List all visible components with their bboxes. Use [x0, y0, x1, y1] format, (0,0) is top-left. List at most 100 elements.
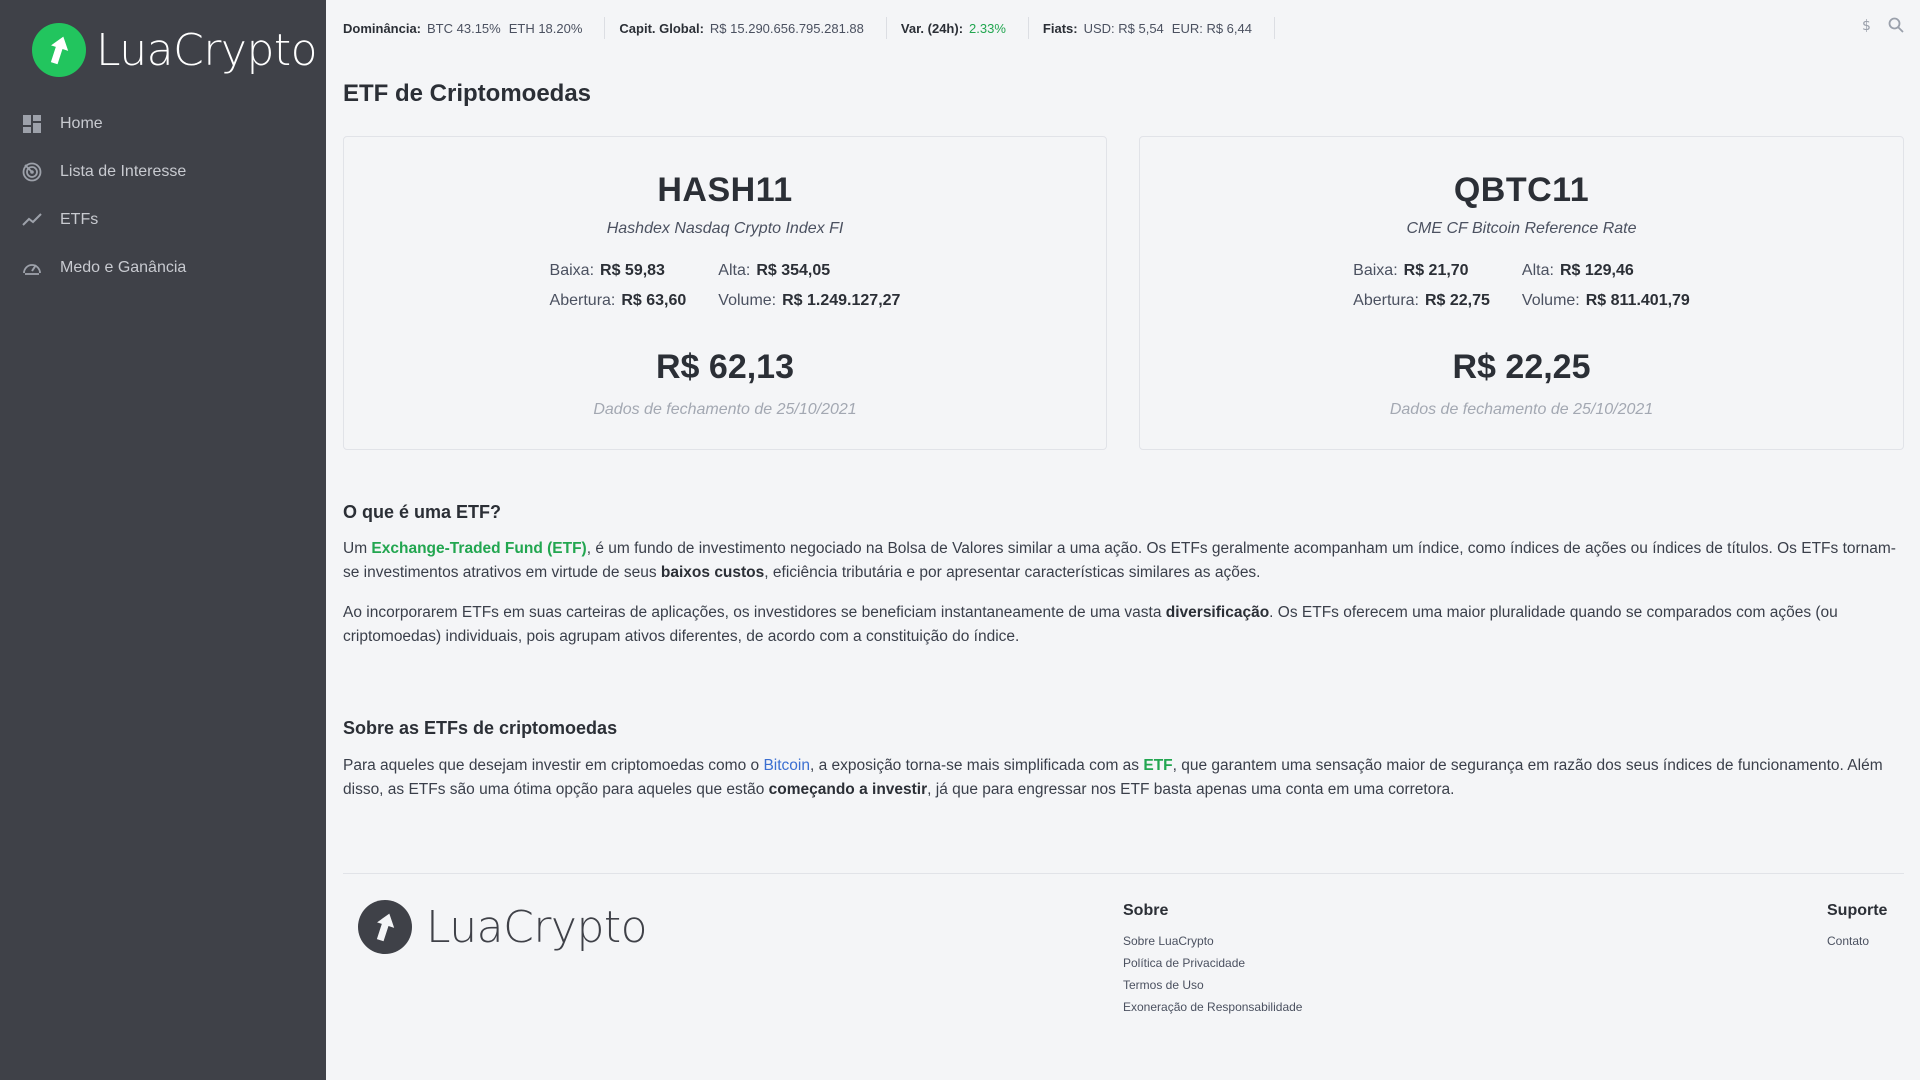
footer-sobre-title: Sobre: [1123, 902, 1169, 919]
stat-open: Abertura: R$ 63,60: [550, 292, 687, 310]
brand-name: LuaCrypto: [96, 24, 318, 76]
stat-volume: Volume: R$ 1.249.127,27: [718, 292, 900, 310]
stat-label: Alta:: [1521, 262, 1554, 279]
footer-sobre-column: Sobre Sobre LuaCrypto Política de Privac…: [1123, 902, 1302, 1022]
stat-label: Alta:: [718, 262, 751, 279]
fiats-eur: EUR: R$ 6,44: [1171, 20, 1252, 36]
stat-value: R$ 21,70: [1403, 262, 1469, 279]
dollar-icon[interactable]: $: [1858, 17, 1874, 38]
footer-link-politica-privacidade[interactable]: Política de Privacidade: [1123, 956, 1302, 970]
fiats-stat: Fiats: USD: R$ 5,54 EUR: R$ 6,44: [1043, 17, 1275, 39]
stat-value: R$ 63,60: [621, 292, 687, 309]
footer: LuaCrypto Sobre Sobre LuaCrypto Política…: [343, 873, 1904, 1080]
etf-stats: Baixa: R$ 59,83 Alta: R$ 354,05 Abertura: R…: [344, 262, 1106, 310]
trend-line-icon: [22, 210, 42, 230]
footer-suporte-title: Suporte: [1827, 902, 1888, 919]
footer-brand-name: LuaCrypto: [426, 901, 648, 953]
sidebar-item-medo-e-ganancia[interactable]: Medo e Ganância: [0, 244, 326, 292]
sidebar-nav: Home Lista de Interesse ETFs Medo e Ganâ…: [0, 100, 326, 292]
text-segment: Ao incorporarem ETFs em suas carteiras d…: [343, 604, 1166, 621]
footer-link-sobre-luacrypto[interactable]: Sobre LuaCrypto: [1123, 934, 1302, 948]
text-segment: Para aqueles que desejam investir em cri…: [343, 757, 764, 774]
stat-low: Baixa: R$ 21,70: [1353, 262, 1490, 280]
etf-price: R$ 62,13: [656, 348, 794, 386]
luacrypto-logo-icon: [358, 900, 412, 954]
etf-card-hash11[interactable]: HASH11 Hashdex Nasdaq Crypto Index FI Ba…: [343, 136, 1107, 450]
stat-high: Alta: R$ 129,46: [1522, 262, 1690, 280]
dominance-eth: ETH 18.20%: [508, 20, 583, 36]
stat-value: R$ 129,46: [1559, 262, 1634, 279]
stat-value: R$ 811.401,79: [1585, 292, 1690, 309]
sidebar-item-etfs[interactable]: ETFs: [0, 196, 326, 244]
gauge-icon: [22, 258, 42, 278]
stat-volume: Volume: R$ 811.401,79: [1522, 292, 1690, 310]
what-is-etf-paragraph-2: Ao incorporarem ETFs em suas carteiras d…: [343, 601, 1904, 649]
sidebar-item-label: Lista de Interesse: [60, 163, 187, 180]
stat-label: Volume:: [718, 292, 777, 309]
etf-ticker: HASH11: [657, 171, 793, 209]
stat-value: R$ 22,75: [1424, 292, 1490, 309]
etf-cards: HASH11 Hashdex Nasdaq Crypto Index FI Ba…: [343, 136, 1904, 450]
text-segment: , já que para engressar nos ETF basta ap…: [927, 781, 1455, 798]
fiats-usd: USD: R$ 5,54: [1083, 20, 1164, 36]
dashboard-icon: [22, 114, 42, 134]
sidebar-item-home[interactable]: Home: [0, 100, 326, 148]
stat-label: Baixa:: [1353, 262, 1398, 279]
stat-label: Abertura:: [549, 292, 616, 309]
variation-stat: Var. (24h): 2.33%: [901, 17, 1029, 39]
footer-brand[interactable]: LuaCrypto: [358, 900, 648, 954]
text-segment: Um: [343, 540, 372, 557]
variation-label: Var. (24h):: [900, 20, 964, 36]
footer-link-contato[interactable]: Contato: [1827, 934, 1887, 948]
footer-link-termos-de-uso[interactable]: Termos de Uso: [1123, 978, 1302, 992]
etf-closing-date: Dados de fechamento de 25/10/2021: [1389, 401, 1654, 418]
sidebar-item-label: ETFs: [60, 211, 99, 228]
about-crypto-etfs-paragraph: Para aqueles que desejam investir em cri…: [343, 754, 1904, 802]
dominance-btc: BTC 43.15%: [427, 20, 501, 36]
bold-text: diversificação: [1165, 604, 1270, 621]
etf-definition-link[interactable]: Exchange-Traded Fund (ETF): [371, 540, 586, 557]
etf-ticker: QBTC11: [1453, 171, 1590, 209]
etf-link[interactable]: ETF: [1143, 757, 1172, 774]
stat-label: Baixa:: [549, 262, 595, 279]
page-title: ETF de Criptomoedas: [343, 80, 592, 107]
text-segment: , eficiência tributária e por apresentar…: [764, 564, 1261, 581]
sidebar-item-label: Home: [60, 115, 103, 132]
stat-label: Abertura:: [1353, 292, 1419, 309]
stat-value: R$ 1.249.127,27: [782, 292, 901, 309]
global-cap-label: Capit. Global:: [619, 20, 704, 36]
sidebar: LuaCrypto Home Lista de Interesse ETFs M…: [0, 0, 326, 1080]
dominance-stat: Dominância: BTC 43.15% ETH 18.20%: [343, 17, 606, 39]
bitcoin-link[interactable]: Bitcoin: [763, 757, 810, 774]
what-is-etf-title: O que é uma ETF?: [343, 502, 502, 522]
stat-label: Volume:: [1521, 292, 1580, 309]
topbar-icons: $: [1858, 17, 1904, 38]
main-content: ETF de Criptomoedas HASH11 Hashdex Nasda…: [343, 56, 1904, 802]
etf-card-qbtc11[interactable]: QBTC11 CME CF Bitcoin Reference Rate Bai…: [1139, 136, 1904, 450]
text-segment: , a exposição torna-se mais simplificada…: [809, 757, 1144, 774]
etf-closing-date: Dados de fechamento de 25/10/2021: [593, 401, 857, 418]
svg-text:$: $: [1862, 18, 1871, 33]
search-icon[interactable]: [1888, 17, 1904, 38]
footer-link-exoneracao[interactable]: Exoneração de Responsabilidade: [1123, 1000, 1302, 1014]
etf-price: R$ 22,25: [1452, 348, 1591, 386]
sidebar-item-lista-de-interesse[interactable]: Lista de Interesse: [0, 148, 326, 196]
sidebar-item-label: Medo e Ganância: [60, 259, 187, 276]
dominance-label: Dominância:: [343, 20, 422, 36]
stat-value: R$ 354,05: [756, 262, 831, 279]
variation-value: 2.33%: [969, 20, 1006, 36]
brand[interactable]: LuaCrypto: [0, 0, 326, 100]
fiats-label: Fiats:: [1042, 20, 1078, 36]
stat-value: R$ 59,83: [600, 262, 665, 279]
luacrypto-logo-icon: [32, 23, 86, 77]
radar-icon: [22, 162, 42, 182]
etf-index-name: Hashdex Nasdaq Crypto Index FI: [606, 220, 844, 237]
stat-low: Baixa: R$ 59,83: [550, 262, 687, 280]
stat-high: Alta: R$ 354,05: [718, 262, 900, 280]
global-cap-value: R$ 15.290.656.795.281.88: [709, 20, 864, 36]
market-stats-bar: Dominância: BTC 43.15% ETH 18.20% Capit.…: [326, 0, 1920, 56]
about-crypto-etfs-title: Sobre as ETFs de criptomoedas: [343, 718, 618, 738]
etf-stats: Baixa: R$ 21,70 Alta: R$ 129,46 Abertura: R…: [1140, 262, 1903, 310]
global-cap-stat: Capit. Global: R$ 15.290.656.795.281.88: [619, 17, 887, 39]
bold-text: baixos custos: [660, 564, 765, 581]
